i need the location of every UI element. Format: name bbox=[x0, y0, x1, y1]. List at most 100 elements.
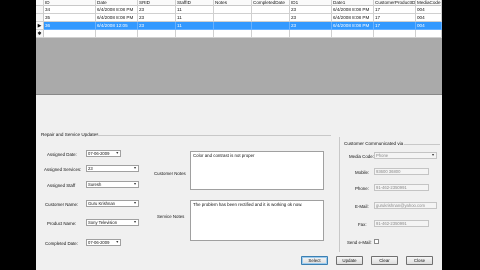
product-name-label: Product Name: bbox=[47, 221, 77, 226]
assigned-services-label: Assigned Services: bbox=[44, 167, 82, 172]
data-grid[interactable]: ID Date SRID StaffID Notes CompletedDate… bbox=[36, 0, 442, 95]
completed-date-picker[interactable]: 07-06-2009 ▼ bbox=[86, 239, 121, 246]
cell-date1[interactable]: 6/4/2008 8:08 PM bbox=[332, 22, 374, 30]
cell-notes[interactable] bbox=[214, 14, 252, 22]
mobile-field[interactable]: 93600 36800 bbox=[374, 168, 429, 175]
cell-notes[interactable] bbox=[214, 6, 252, 14]
cell-srid[interactable]: 23 bbox=[138, 22, 176, 30]
clear-button[interactable]: Clear bbox=[371, 256, 398, 265]
mobile-label: Mobile: bbox=[355, 170, 370, 175]
phone-field[interactable]: 91-462-2350991 bbox=[374, 184, 429, 191]
send-email-checkbox[interactable] bbox=[374, 239, 379, 244]
chevron-down-icon[interactable]: ▼ bbox=[132, 220, 138, 225]
cell-date[interactable]: 6/4/2008 8:08 PM bbox=[96, 14, 138, 22]
cell-date[interactable]: 6/4/2008 8:08 PM bbox=[96, 6, 138, 14]
fax-field[interactable]: 91-462-2350991 bbox=[374, 220, 429, 227]
fax-label: Fax: bbox=[358, 222, 367, 227]
customer-name-label: Customer Name: bbox=[45, 202, 79, 207]
service-notes-label: Service Notes bbox=[157, 214, 185, 219]
media-code-combo[interactable]: Phone ▼ bbox=[374, 152, 437, 159]
cell-notes[interactable] bbox=[214, 22, 252, 30]
assigned-staff-combo[interactable]: Suresh ▼ bbox=[86, 181, 139, 188]
cell-mediacode[interactable]: 004 bbox=[416, 22, 442, 30]
cell-date1[interactable] bbox=[332, 30, 374, 38]
phone-label: Phone: bbox=[355, 186, 369, 191]
row-header[interactable] bbox=[36, 14, 44, 22]
cell-srid[interactable]: 23 bbox=[138, 14, 176, 22]
update-button[interactable]: Update bbox=[336, 256, 363, 265]
service-notes-textarea[interactable]: The problem has been rectified and it is… bbox=[190, 200, 324, 241]
product-name-combo[interactable]: Sony Television ▼ bbox=[86, 219, 139, 226]
cell-customerproductid[interactable] bbox=[374, 30, 416, 38]
media-code-value: Phone bbox=[376, 153, 389, 158]
cell-completeddate[interactable] bbox=[252, 6, 290, 14]
chevron-down-icon[interactable]: ▼ bbox=[115, 151, 119, 156]
assigned-date-picker[interactable]: 07-06-2009 ▼ bbox=[86, 150, 121, 157]
chevron-down-icon[interactable]: ▼ bbox=[115, 240, 119, 245]
form-panel: Repair and Service Updates Assigned Date… bbox=[36, 95, 442, 270]
cell-id[interactable]: 35 bbox=[44, 14, 96, 22]
cell-mediacode[interactable]: 004 bbox=[416, 14, 442, 22]
table-row-selected[interactable]: ▶ 36 6/4/2008 12:05 23 11 23 6/4/2008 8:… bbox=[36, 22, 442, 30]
cell-id1[interactable] bbox=[290, 30, 332, 38]
table-row[interactable]: 34 6/4/2008 8:08 PM 23 11 23 6/4/2008 8:… bbox=[36, 6, 442, 14]
product-name-value: Sony Television bbox=[88, 220, 118, 225]
select-button[interactable]: Select bbox=[301, 256, 328, 265]
customer-notes-label: Customer Notes bbox=[154, 171, 186, 176]
table-new-row[interactable]: ✱ bbox=[36, 30, 442, 38]
customer-name-value: Guru Krishnan bbox=[88, 201, 115, 206]
cell-customerproductid[interactable]: 17 bbox=[374, 22, 416, 30]
group-border bbox=[404, 144, 440, 145]
cell-staffid[interactable] bbox=[176, 30, 214, 38]
cell-date1[interactable]: 6/4/2008 8:08 PM bbox=[332, 6, 374, 14]
communicated-group-title: Customer Communicated via bbox=[344, 141, 404, 146]
cell-completeddate[interactable] bbox=[252, 22, 290, 30]
repair-group-title: Repair and Service Updates bbox=[41, 132, 99, 137]
customer-name-combo[interactable]: Guru Krishnan ▼ bbox=[86, 200, 139, 207]
cell-notes[interactable] bbox=[214, 30, 252, 38]
cell-staffid[interactable]: 11 bbox=[176, 14, 214, 22]
chevron-down-icon[interactable]: ▼ bbox=[132, 166, 138, 171]
cell-id[interactable]: 34 bbox=[44, 6, 96, 14]
row-pointer-icon[interactable]: ▶ bbox=[36, 22, 44, 30]
cell-id1[interactable]: 23 bbox=[290, 6, 332, 14]
completed-date-label: Completed Date: bbox=[45, 241, 78, 246]
cell-staffid[interactable]: 11 bbox=[176, 6, 214, 14]
cell-completeddate[interactable] bbox=[252, 30, 290, 38]
close-button[interactable]: Close bbox=[406, 256, 433, 265]
media-code-label: Media Code: bbox=[349, 154, 374, 159]
assigned-staff-value: Suresh bbox=[88, 182, 102, 187]
cell-srid[interactable] bbox=[138, 30, 176, 38]
cell-date[interactable]: 6/4/2008 12:05 bbox=[96, 22, 138, 30]
send-email-label: Send e-Mail: bbox=[347, 240, 372, 245]
cell-mediacode[interactable]: 004 bbox=[416, 6, 442, 14]
group-divider bbox=[339, 137, 340, 252]
email-field[interactable]: gurukrishnan@yahoo.com bbox=[374, 202, 437, 209]
chevron-down-icon[interactable]: ▼ bbox=[430, 153, 436, 158]
cell-id1[interactable]: 23 bbox=[290, 22, 332, 30]
cell-customerproductid[interactable]: 17 bbox=[374, 14, 416, 22]
assigned-date-value: 07-06-2009 bbox=[88, 151, 110, 156]
cell-date[interactable] bbox=[96, 30, 138, 38]
group-border bbox=[96, 135, 331, 136]
cell-date1[interactable]: 6/4/2008 8:08 PM bbox=[332, 14, 374, 22]
cell-customerproductid[interactable]: 17 bbox=[374, 6, 416, 14]
cell-id1[interactable]: 23 bbox=[290, 14, 332, 22]
assigned-services-combo[interactable]: 23 ▼ bbox=[86, 165, 139, 172]
cell-mediacode[interactable] bbox=[416, 30, 442, 38]
cell-id[interactable]: 36 bbox=[44, 22, 96, 30]
app-window: ID Date SRID StaffID Notes CompletedDate… bbox=[36, 0, 442, 270]
email-label: E-Mail: bbox=[355, 204, 369, 209]
cell-srid[interactable]: 23 bbox=[138, 6, 176, 14]
chevron-down-icon[interactable]: ▼ bbox=[132, 201, 138, 206]
new-row-icon[interactable]: ✱ bbox=[36, 30, 44, 38]
row-header[interactable] bbox=[36, 6, 44, 14]
assigned-staff-label: Assigned Staff bbox=[47, 183, 76, 188]
chevron-down-icon[interactable]: ▼ bbox=[132, 182, 138, 187]
table-row[interactable]: 35 6/4/2008 8:08 PM 23 11 23 6/4/2008 8:… bbox=[36, 14, 442, 22]
customer-notes-textarea[interactable]: Color and contrast is not proper bbox=[190, 151, 324, 190]
assigned-date-label: Assigned Date: bbox=[47, 152, 77, 157]
cell-completeddate[interactable] bbox=[252, 14, 290, 22]
cell-staffid[interactable]: 11 bbox=[176, 22, 214, 30]
cell-id[interactable] bbox=[44, 30, 96, 38]
